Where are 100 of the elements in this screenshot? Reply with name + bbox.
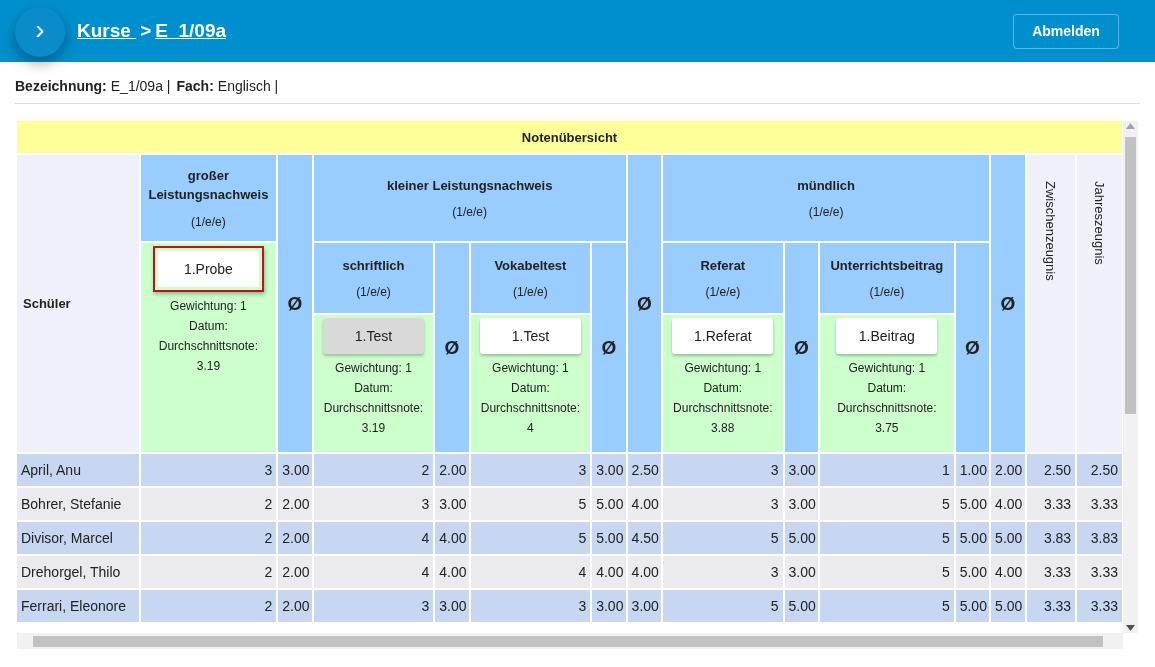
average-header: Ø bbox=[592, 243, 626, 452]
grade-cell: 2.50 bbox=[627, 454, 662, 486]
info-value: Englisch | bbox=[217, 78, 279, 94]
exam-button[interactable]: 1.Test bbox=[479, 318, 581, 354]
grade-cell: 5.00 bbox=[784, 590, 818, 622]
average-header: Ø bbox=[991, 155, 1025, 452]
grade-cell: 5.00 bbox=[991, 590, 1025, 622]
grade-cell: 5.00 bbox=[592, 488, 626, 520]
group-header: großer Leistungsnachweis (1/e/e) bbox=[140, 155, 277, 241]
grade-cell: 5 bbox=[820, 488, 954, 520]
student-name: Ferrari, Eleonore bbox=[17, 590, 139, 622]
grade-cell: 3 bbox=[313, 590, 434, 622]
grade-cell: 2.00 bbox=[278, 522, 312, 554]
grade-cell: 5.00 bbox=[955, 488, 990, 520]
scroll-down-icon[interactable] bbox=[1126, 625, 1135, 631]
column-header: Jahreszeugnis bbox=[1077, 155, 1122, 452]
grade-cell: 5.00 bbox=[592, 522, 626, 554]
grade-cell: 3.33 bbox=[1077, 488, 1122, 520]
grade-cell: 5 bbox=[820, 590, 954, 622]
exam-button[interactable]: 1.Probe bbox=[152, 246, 264, 292]
exam-info: Durchschnittsnote: bbox=[479, 400, 582, 417]
grade-cell: 5 bbox=[470, 522, 591, 554]
menu-toggle-button[interactable]: › bbox=[15, 7, 65, 57]
grade-cell: 5 bbox=[470, 488, 591, 520]
grade-cell: 3 bbox=[470, 454, 591, 486]
grade-cell: 3.00 bbox=[784, 454, 818, 486]
grade-cell: 4.00 bbox=[435, 556, 469, 588]
grade-cell: 4.00 bbox=[435, 522, 469, 554]
grade-cell: 2.00 bbox=[278, 556, 312, 588]
breadcrumb-link[interactable]: Kurse bbox=[77, 20, 137, 42]
grade-cell: 3.33 bbox=[1077, 590, 1122, 622]
exam-info: Datum: bbox=[866, 380, 908, 397]
info-value: E_1/09a | bbox=[110, 78, 171, 94]
grade-cell: 5.00 bbox=[784, 522, 818, 554]
grade-cell: 4.00 bbox=[627, 556, 662, 588]
exam-info: 3.19 bbox=[195, 358, 222, 375]
grade-cell: 2.00 bbox=[435, 454, 469, 486]
breadcrumb-separator: > bbox=[140, 20, 152, 42]
horizontal-scrollbar[interactable] bbox=[17, 633, 1123, 649]
scrollbar-thumb[interactable] bbox=[1125, 137, 1136, 414]
grade-cell: 2 bbox=[140, 522, 277, 554]
exam-info: Gewichtung: 1 bbox=[491, 360, 570, 377]
exam-info: 3.88 bbox=[710, 420, 736, 437]
grade-cell: 5 bbox=[663, 522, 783, 554]
grade-cell: 4 bbox=[313, 522, 434, 554]
exam-button[interactable]: 1.Test bbox=[322, 318, 424, 354]
group-header: kleiner Leistungsnachweis (1/e/e) bbox=[313, 155, 626, 241]
scrollbar-thumb[interactable] bbox=[33, 636, 1103, 647]
grade-cell: 3.33 bbox=[1026, 488, 1076, 520]
grade-cell: 2 bbox=[140, 488, 277, 520]
logout-button[interactable]: Abmelden bbox=[1013, 13, 1119, 49]
info-label: Fach: bbox=[176, 78, 214, 94]
grade-cell: 5.00 bbox=[955, 522, 990, 554]
grade-cell: 3.00 bbox=[627, 590, 662, 622]
grade-cell: 3 bbox=[313, 488, 434, 520]
grade-cell: 2 bbox=[140, 556, 277, 588]
exam-info: Durchschnittsnote: bbox=[157, 338, 260, 355]
exam-info: Datum: bbox=[510, 380, 551, 397]
exam-info: 3.19 bbox=[360, 420, 387, 437]
grade-cell: 2 bbox=[313, 454, 434, 486]
vertical-scrollbar[interactable] bbox=[1123, 121, 1138, 633]
grade-cell: 1 bbox=[820, 454, 954, 486]
exam-info: Gewichtung: 1 bbox=[334, 360, 413, 377]
grade-cell: 3.00 bbox=[784, 556, 818, 588]
student-name: Bohrer, Stefanie bbox=[17, 488, 139, 520]
grade-cell: 2.00 bbox=[278, 488, 312, 520]
grade-cell: 5 bbox=[820, 522, 954, 554]
exam-info: Durchschnittsnote: bbox=[836, 400, 938, 417]
subgroup-header: Unterrichtsbeitrag (1/e/e) bbox=[820, 243, 954, 313]
grade-cell: 5 bbox=[663, 590, 783, 622]
breadcrumb-link[interactable]: E_1/09a bbox=[155, 20, 227, 42]
scroll-up-icon[interactable] bbox=[1126, 123, 1135, 129]
grade-cell: 2.00 bbox=[278, 590, 312, 622]
exam-info: Gewichtung: 1 bbox=[683, 360, 763, 377]
grade-cell: 3.33 bbox=[1026, 590, 1076, 622]
exam-info: Durchschnittsnote: bbox=[672, 400, 774, 417]
grade-cell: 3.33 bbox=[1077, 556, 1122, 588]
grade-cell: 1.00 bbox=[955, 454, 990, 486]
exam-info: Gewichtung: 1 bbox=[847, 360, 927, 377]
exam-info: Datum: bbox=[188, 318, 229, 335]
exam-info: Gewichtung: 1 bbox=[169, 298, 248, 315]
exam-button[interactable]: 1.Beitrag bbox=[836, 318, 938, 354]
exam-info: Durchschnittsnote: bbox=[322, 400, 425, 417]
grade-cell: 3 bbox=[470, 590, 591, 622]
exam-info: 4 bbox=[526, 420, 535, 437]
exam-info: 3.75 bbox=[874, 420, 900, 437]
grade-cell: 4.00 bbox=[627, 488, 662, 520]
grade-cell: 3.00 bbox=[435, 590, 469, 622]
student-name: April, Anu bbox=[17, 454, 139, 486]
average-header: Ø bbox=[627, 155, 662, 452]
exam-info: Datum: bbox=[702, 380, 744, 397]
student-name: Drehorgel, Thilo bbox=[17, 556, 139, 588]
exam-button[interactable]: 1.Referat bbox=[672, 318, 774, 354]
grade-cell: 2.00 bbox=[991, 454, 1025, 486]
grade-cell: 3 bbox=[140, 454, 277, 486]
group-header: mündlich (1/e/e) bbox=[663, 155, 990, 241]
grade-cell: 4 bbox=[470, 556, 591, 588]
grade-cell: 3.00 bbox=[784, 488, 818, 520]
table-title: Notenübersicht bbox=[17, 121, 1122, 153]
grade-cell: 3 bbox=[663, 488, 783, 520]
